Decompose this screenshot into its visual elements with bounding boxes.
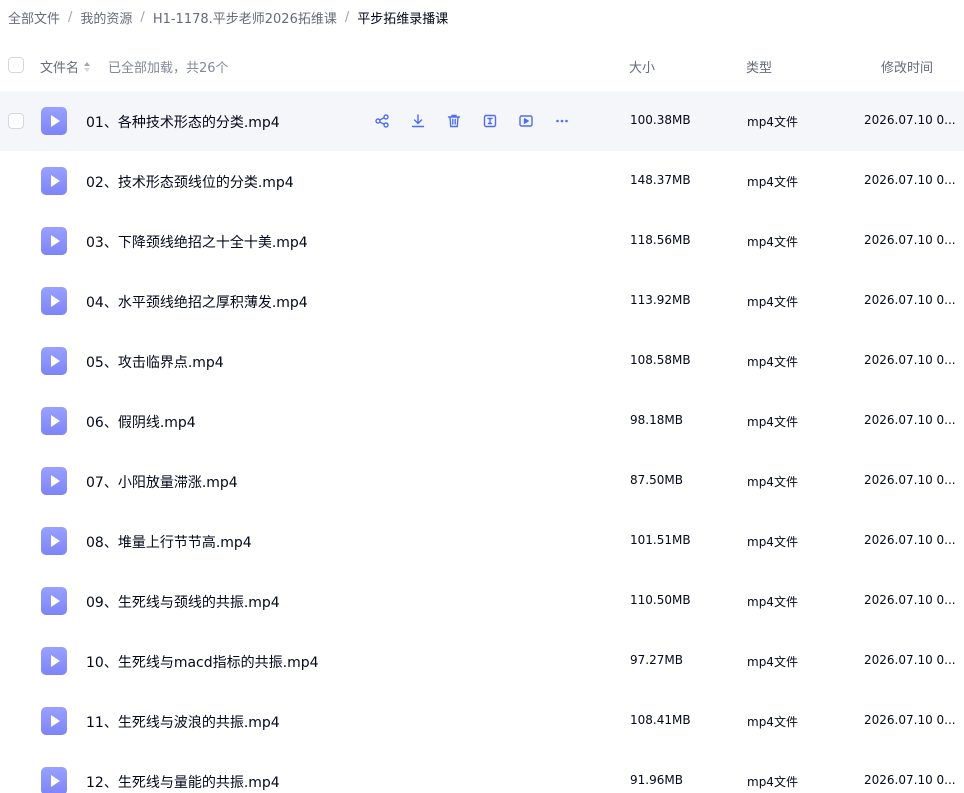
file-type: mp4文件: [747, 115, 798, 129]
file-modified-time: 2026.07.10 0...: [864, 473, 956, 487]
column-header-name[interactable]: 文件名: [40, 57, 91, 76]
file-name[interactable]: 11、生死线与波浪的共振.mp4: [86, 712, 280, 732]
share-icon[interactable]: [364, 103, 400, 139]
file-type: mp4文件: [747, 715, 798, 729]
video-file-icon: [41, 767, 67, 793]
breadcrumb-all-files[interactable]: 全部文件: [8, 8, 60, 27]
video-file-icon: [41, 587, 67, 615]
breadcrumb-separator: /: [140, 9, 145, 25]
breadcrumb-my-resources[interactable]: 我的资源: [80, 8, 132, 27]
file-type: mp4文件: [747, 355, 798, 369]
file-type: mp4文件: [747, 655, 798, 669]
file-modified-time: 2026.07.10 0...: [864, 713, 956, 727]
row-actions: [364, 103, 580, 139]
file-type: mp4文件: [747, 295, 798, 309]
video-file-icon: [41, 527, 67, 555]
file-name[interactable]: 10、生死线与macd指标的共振.mp4: [86, 652, 319, 672]
file-size: 110.50MB: [630, 593, 691, 607]
video-file-icon: [41, 167, 67, 195]
file-modified-time: 2026.07.10 0...: [864, 233, 956, 247]
file-name[interactable]: 03、下降颈线绝招之十全十美.mp4: [86, 232, 308, 252]
file-type: mp4文件: [747, 535, 798, 549]
file-type: mp4文件: [747, 595, 798, 609]
file-row[interactable]: 02、技术形态颈线位的分类.mp4 148.37MB mp4文件 2026.07…: [0, 151, 964, 211]
video-file-icon: [41, 347, 67, 375]
file-modified-time: 2026.07.10 0...: [864, 533, 956, 547]
file-row[interactable]: 08、堆量上行节节高.mp4 101.51MB mp4文件 2026.07.10…: [0, 511, 964, 571]
file-type: mp4文件: [747, 415, 798, 429]
file-row[interactable]: 07、小阳放量滞涨.mp4 87.50MB mp4文件 2026.07.10 0…: [0, 451, 964, 511]
file-name[interactable]: 12、生死线与量能的共振.mp4: [86, 772, 280, 792]
file-size: 98.18MB: [630, 413, 683, 427]
file-modified-time: 2026.07.10 0...: [864, 293, 956, 307]
breadcrumb-separator: /: [344, 9, 350, 25]
file-modified-time: 2026.07.10 0...: [864, 353, 956, 367]
file-size: 87.50MB: [630, 473, 683, 487]
video-file-icon: [41, 227, 67, 255]
file-row[interactable]: 10、生死线与macd指标的共振.mp4 97.27MB mp4文件 2026.…: [0, 631, 964, 691]
file-size: 97.27MB: [630, 653, 683, 667]
file-row[interactable]: 04、水平颈线绝招之厚积薄发.mp4 113.92MB mp4文件 2026.0…: [0, 271, 964, 331]
file-size: 100.38MB: [630, 113, 691, 127]
file-size: 118.56MB: [630, 233, 691, 247]
file-size: 108.58MB: [630, 353, 691, 367]
file-name[interactable]: 04、水平颈线绝招之厚积薄发.mp4: [86, 292, 308, 312]
file-name[interactable]: 02、技术形态颈线位的分类.mp4: [86, 172, 294, 192]
file-size: 91.96MB: [630, 773, 683, 787]
file-type: mp4文件: [747, 235, 798, 249]
file-row[interactable]: 11、生死线与波浪的共振.mp4 108.41MB mp4文件 2026.07.…: [0, 691, 964, 751]
file-list-header: 文件名 已全部加载，共26个 大小 类型 修改时间: [0, 44, 964, 88]
file-size: 148.37MB: [630, 173, 691, 187]
rename-icon[interactable]: [472, 103, 508, 139]
file-name[interactable]: 07、小阳放量滞涨.mp4: [86, 472, 238, 492]
file-row[interactable]: 06、假阴线.mp4 98.18MB mp4文件 2026.07.10 0...: [0, 391, 964, 451]
more-icon[interactable]: [544, 103, 580, 139]
file-modified-time: 2026.07.10 0...: [864, 173, 956, 187]
breadcrumb-course-folder[interactable]: H1-1178.平步老师2026拓维课: [153, 8, 337, 27]
loaded-count-text: 已全部加载，共26个: [108, 61, 229, 76]
download-icon[interactable]: [400, 103, 436, 139]
file-row[interactable]: 03、下降颈线绝招之十全十美.mp4 118.56MB mp4文件 2026.0…: [0, 211, 964, 271]
file-type: mp4文件: [747, 775, 798, 789]
video-file-icon: [41, 287, 67, 315]
file-modified-time: 2026.07.10 0...: [864, 773, 956, 787]
file-modified-time: 2026.07.10 0...: [864, 593, 956, 607]
breadcrumb-current-folder: 平步拓维录播课: [357, 11, 449, 27]
file-list: 01、各种技术形态的分类.mp4 100.38MB mp4文件 2026.07.: [0, 91, 964, 793]
file-name[interactable]: 06、假阴线.mp4: [86, 412, 196, 432]
file-size: 108.41MB: [630, 713, 691, 727]
video-file-icon: [41, 107, 67, 135]
file-type: mp4文件: [747, 475, 798, 489]
file-row[interactable]: 12、生死线与量能的共振.mp4 91.96MB mp4文件 2026.07.1…: [0, 751, 964, 793]
file-size: 101.51MB: [630, 533, 691, 547]
video-file-icon: [41, 407, 67, 435]
breadcrumb-separator: /: [68, 9, 73, 25]
file-name[interactable]: 05、攻击临界点.mp4: [86, 352, 224, 372]
file-row[interactable]: 09、生死线与颈线的共振.mp4 110.50MB mp4文件 2026.07.…: [0, 571, 964, 631]
file-modified-time: 2026.07.10 0...: [864, 653, 956, 667]
file-row[interactable]: 05、攻击临界点.mp4 108.58MB mp4文件 2026.07.10 0…: [0, 331, 964, 391]
file-type: mp4文件: [747, 175, 798, 189]
video-file-icon: [41, 647, 67, 675]
video-file-icon: [41, 707, 67, 735]
file-name[interactable]: 01、各种技术形态的分类.mp4: [86, 112, 280, 132]
file-size: 113.92MB: [630, 293, 691, 307]
column-header-modified-time[interactable]: 修改时间: [881, 57, 933, 76]
row-checkbox[interactable]: [8, 113, 24, 129]
video-file-icon: [41, 467, 67, 495]
play-icon[interactable]: [508, 103, 544, 139]
select-all-checkbox[interactable]: [8, 57, 24, 73]
file-row[interactable]: 01、各种技术形态的分类.mp4 100.38MB mp4文件 2026.07.: [0, 91, 964, 151]
breadcrumb: 全部文件 / 我的资源 / H1-1178.平步老师2026拓维课 / 平步拓维…: [8, 8, 449, 27]
column-header-size[interactable]: 大小: [629, 57, 655, 76]
file-name[interactable]: 09、生死线与颈线的共振.mp4: [86, 592, 280, 612]
trash-icon[interactable]: [436, 103, 472, 139]
file-name[interactable]: 08、堆量上行节节高.mp4: [86, 532, 252, 552]
file-modified-time: 2026.07.10 0...: [864, 413, 956, 427]
column-header-name-label: 文件名: [40, 61, 80, 76]
column-header-type[interactable]: 类型: [746, 57, 772, 76]
sort-icon[interactable]: [84, 61, 91, 72]
file-modified-time: 2026.07.10 0...: [864, 113, 956, 127]
